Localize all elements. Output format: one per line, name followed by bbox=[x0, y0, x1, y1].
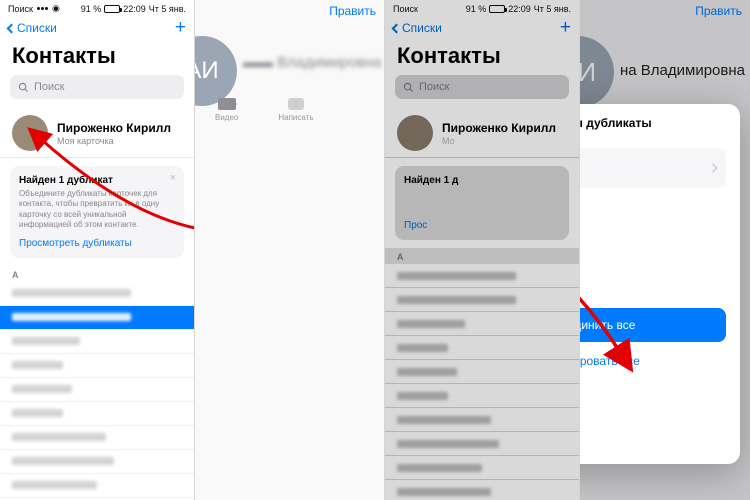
section-letter: А bbox=[0, 266, 194, 282]
list-item[interactable] bbox=[0, 402, 194, 426]
dup-title: Найден 1 дубликат bbox=[19, 175, 175, 186]
duplicate-card: × Найден 1 дубликат Объедините дубликаты… bbox=[10, 166, 184, 258]
contact-detail-dimmed: Править АИ ▬▬ Владимировна Видео Написат… bbox=[195, 0, 385, 500]
battery-icon bbox=[104, 5, 120, 13]
battery-text: 91 % bbox=[81, 4, 102, 14]
add-button[interactable]: + bbox=[175, 17, 186, 39]
page-title: Контакты bbox=[0, 39, 194, 75]
message-icon bbox=[288, 98, 304, 110]
video-button[interactable]: Видео bbox=[215, 98, 238, 122]
duplicates-modal: Отменить Найдены дубликаты Алина Владими… bbox=[580, 104, 740, 464]
annotation-arrow bbox=[580, 234, 660, 369]
list-item[interactable] bbox=[0, 306, 194, 330]
list-item[interactable] bbox=[0, 282, 194, 306]
message-button[interactable]: Написать bbox=[278, 98, 313, 122]
chevron-right-icon bbox=[709, 164, 717, 172]
modal-title: Найдены дубликаты bbox=[580, 116, 652, 130]
contact-detail-with-modal: Править АИ на Владимировна Отменить Найд… bbox=[580, 0, 750, 500]
status-time: 22:09 bbox=[123, 4, 146, 14]
contacts-panel-left: Поиск ◉ 91 % 22:09 Чт 5 янв. Списки + Ко… bbox=[0, 0, 195, 500]
back-label: Списки bbox=[17, 21, 57, 35]
my-card-sub: Моя карточка bbox=[57, 136, 171, 146]
list-item[interactable] bbox=[0, 354, 194, 378]
contact-name: ▬▬ Владимировна bbox=[243, 54, 381, 71]
my-card-name: Пироженко Кирилл bbox=[57, 121, 171, 135]
ignore-all-button[interactable]: Игнорировать все bbox=[580, 354, 740, 368]
list-item[interactable] bbox=[0, 474, 194, 498]
avatar bbox=[12, 115, 48, 151]
action-row: Видео Написать bbox=[215, 98, 314, 122]
merge-all-button[interactable]: Объединить все bbox=[580, 308, 726, 342]
nav-bar: Списки + bbox=[0, 17, 194, 39]
list-item[interactable] bbox=[0, 330, 194, 354]
wifi-icon: ◉ bbox=[52, 3, 60, 14]
close-icon[interactable]: × bbox=[170, 172, 176, 184]
carrier-text: Поиск bbox=[8, 4, 33, 14]
list-item[interactable] bbox=[0, 378, 194, 402]
video-icon bbox=[218, 98, 236, 110]
status-bar: Поиск ◉ 91 % 22:09 Чт 5 янв. bbox=[0, 0, 194, 17]
list-item[interactable] bbox=[0, 426, 194, 450]
list-item[interactable] bbox=[0, 450, 194, 474]
search-icon bbox=[18, 82, 29, 93]
dup-body: Объедините дубликаты карточек для контак… bbox=[19, 189, 175, 231]
my-card[interactable]: Пироженко Кирилл Моя карточка bbox=[0, 109, 194, 158]
search-placeholder: Поиск bbox=[34, 81, 64, 93]
duplicate-item[interactable]: Алина Владимировна Найдено 2 карточки bbox=[580, 148, 726, 188]
edit-button[interactable]: Править bbox=[329, 4, 376, 18]
contacts-panel-dimmed: Поиск 91 %22:09Чт 5 янв. Списки + Контак… bbox=[385, 0, 580, 500]
signal-icon bbox=[37, 7, 48, 10]
search-input[interactable]: Поиск bbox=[10, 75, 184, 99]
chevron-left-icon bbox=[7, 23, 17, 33]
back-button[interactable]: Списки bbox=[8, 21, 57, 35]
status-date: Чт 5 янв. bbox=[149, 4, 186, 14]
view-duplicates-link[interactable]: Просмотреть дубликаты bbox=[19, 238, 175, 249]
